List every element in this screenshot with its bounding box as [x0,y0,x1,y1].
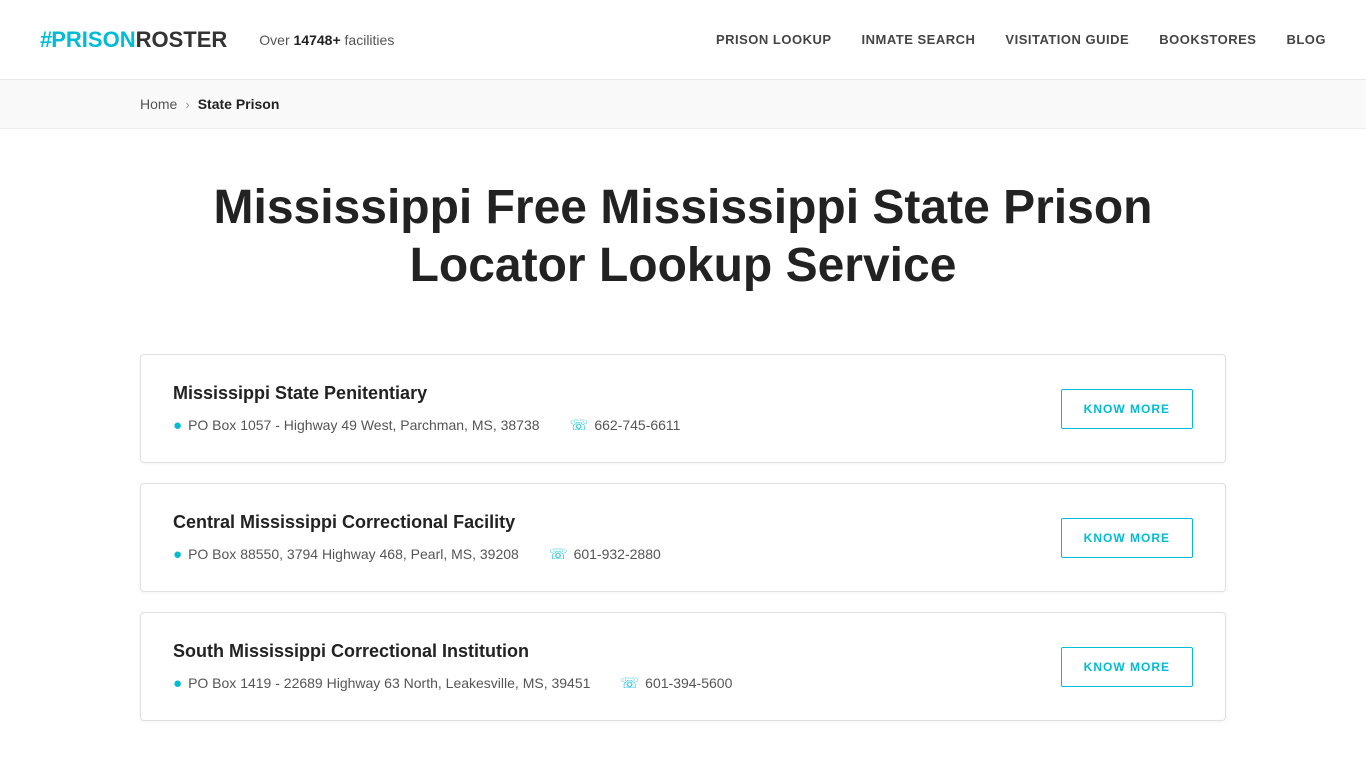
facility-address: ● PO Box 88550, 3794 Highway 468, Pearl,… [173,546,519,563]
location-icon: ● [173,546,182,563]
facility-info: Mississippi State Penitentiary ● PO Box … [173,383,1031,434]
facility-details: ● PO Box 88550, 3794 Highway 468, Pearl,… [173,545,1031,563]
facility-card: South Mississippi Correctional Instituti… [140,612,1226,721]
nav-inmate-search[interactable]: INMATE SEARCH [862,32,976,47]
facility-card: Mississippi State Penitentiary ● PO Box … [140,354,1226,463]
facility-info: South Mississippi Correctional Instituti… [173,641,1031,692]
facilities-count: Over 14748+ facilities [259,32,394,48]
location-icon: ● [173,675,182,692]
know-more-button[interactable]: KNOW MORE [1061,647,1193,687]
facility-phone: ☏ 601-932-2880 [549,545,661,563]
facility-address: ● PO Box 1057 - Highway 49 West, Parchma… [173,417,540,434]
breadcrumb-separator: › [185,97,189,112]
breadcrumb-current: State Prison [198,96,280,112]
facility-name: Central Mississippi Correctional Facilit… [173,512,1031,533]
nav-blog[interactable]: BLOG [1286,32,1326,47]
nav-visitation-guide[interactable]: VISITATION GUIDE [1005,32,1129,47]
facility-phone: ☏ 662-745-6611 [570,416,681,434]
nav-prison-lookup[interactable]: PRISON LOOKUP [716,32,832,47]
logo-prison: PRISON [51,27,135,53]
facility-phone: ☏ 601-394-5600 [620,674,732,692]
location-icon: ● [173,417,182,434]
breadcrumb-home[interactable]: Home [140,96,177,112]
facility-address: ● PO Box 1419 - 22689 Highway 63 North, … [173,675,590,692]
phone-icon: ☏ [620,674,639,692]
breadcrumb: Home › State Prison [0,80,1366,129]
know-more-button[interactable]: KNOW MORE [1061,389,1193,429]
phone-icon: ☏ [570,416,589,434]
facility-details: ● PO Box 1057 - Highway 49 West, Parchma… [173,416,1031,434]
main-content: Mississippi Free Mississippi State Priso… [0,129,1366,781]
logo-hash: # [40,27,51,53]
facility-info: Central Mississippi Correctional Facilit… [173,512,1031,563]
main-nav: PRISON LOOKUP INMATE SEARCH VISITATION G… [716,32,1326,47]
phone-icon: ☏ [549,545,568,563]
site-header: #PRISONROSTER Over 14748+ facilities PRI… [0,0,1366,80]
facility-card: Central Mississippi Correctional Facilit… [140,483,1226,592]
know-more-button[interactable]: KNOW MORE [1061,518,1193,558]
logo-roster: ROSTER [136,27,228,53]
page-title: Mississippi Free Mississippi State Priso… [140,159,1226,314]
nav-bookstores[interactable]: BOOKSTORES [1159,32,1256,47]
facility-name: Mississippi State Penitentiary [173,383,1031,404]
site-logo[interactable]: #PRISONROSTER [40,27,227,53]
facility-details: ● PO Box 1419 - 22689 Highway 63 North, … [173,674,1031,692]
facility-name: South Mississippi Correctional Instituti… [173,641,1031,662]
